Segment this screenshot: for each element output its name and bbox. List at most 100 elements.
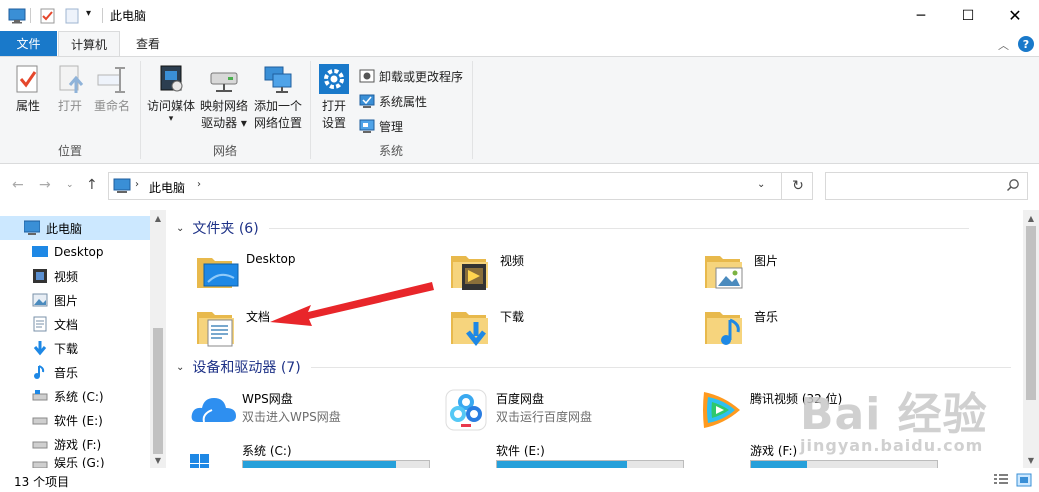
breadcrumb-chevron-icon[interactable]: › <box>197 179 201 190</box>
map-network-drive-button[interactable]: 映射网络 驱动器 ▾ <box>197 63 251 132</box>
folder-downloads[interactable]: 下载 <box>448 304 688 360</box>
computer-icon <box>23 220 41 236</box>
tab-file[interactable]: 文件 <box>0 31 57 56</box>
wps-cloud-item[interactable]: WPS网盘 双击进入WPS网盘 <box>190 388 430 444</box>
search-input[interactable] <box>830 174 1000 198</box>
scroll-down-icon[interactable]: ▼ <box>150 452 166 468</box>
collapse-chevron-icon[interactable]: ⌄ <box>176 362 184 373</box>
minimize-ribbon-icon[interactable]: ︿ <box>998 37 1009 53</box>
details-view-icon[interactable] <box>993 473 1009 487</box>
large-icons-view-icon[interactable] <box>1016 473 1032 487</box>
access-media-button[interactable]: 访问媒体 ▾ <box>145 63 197 124</box>
nav-item-videos[interactable]: 视频 <box>0 264 150 288</box>
nav-item-pictures[interactable]: 图片 <box>0 288 150 312</box>
folder-pictures[interactable]: 图片 <box>702 248 942 304</box>
refresh-icon[interactable]: ↻ <box>781 173 814 199</box>
breadcrumb-chevron-icon[interactable]: › <box>135 179 139 190</box>
rename-button[interactable]: 重命名 <box>92 63 132 115</box>
nav-item-this-pc[interactable]: 此电脑 <box>0 216 150 240</box>
rename-icon <box>96 63 128 95</box>
add-network-location-button[interactable]: 添加一个 网络位置 <box>251 63 305 132</box>
folder-documents[interactable]: 文档 <box>194 304 434 360</box>
drive-icon <box>32 456 48 468</box>
folders-section-header[interactable]: ⌄ 文件夹 (6) <box>170 218 969 238</box>
search-icon[interactable] <box>1006 178 1020 192</box>
folder-desktop[interactable]: Desktop <box>194 248 434 304</box>
uninstall-program-button[interactable]: 卸载或更改程序 <box>359 65 463 87</box>
properties-button[interactable]: 属性 <box>8 63 48 115</box>
nav-scrollbar[interactable]: ▲ ▼ <box>150 210 166 468</box>
wps-cloud-icon <box>191 398 236 423</box>
system-properties-button[interactable]: 系统属性 <box>359 90 427 112</box>
back-arrow-icon[interactable]: ← <box>12 177 24 193</box>
folder-music[interactable]: 音乐 <box>702 304 942 360</box>
ribbon: 属性 打开 重命名 位置 访问媒体 ▾ 映射网络 驱动器 ▾ 添加一个 网络位置… <box>0 56 1039 164</box>
navigation-bar: ← → ⌄ ↑ › 此电脑 › ⌄ ↻ <box>0 172 1039 200</box>
downloads-icon <box>32 340 48 356</box>
search-box <box>825 172 1028 200</box>
recent-locations-chevron-icon[interactable]: ⌄ <box>66 180 74 190</box>
nav-item-documents[interactable]: 文档 <box>0 312 150 336</box>
content-scrollbar[interactable]: ▲ ▼ <box>1023 210 1039 468</box>
ribbon-tabs: 文件 计算机 查看 ︿ ? <box>0 31 1039 57</box>
documents-icon <box>32 316 48 332</box>
divider <box>102 8 103 23</box>
nav-item-downloads[interactable]: 下载 <box>0 336 150 360</box>
customize-toolbar-dropdown[interactable]: ▾ <box>86 8 91 19</box>
media-icon <box>155 63 187 95</box>
devices-section-header[interactable]: ⌄ 设备和驱动器 (7) <box>170 357 1011 377</box>
close-button[interactable]: ✕ <box>992 0 1038 31</box>
divider <box>472 61 473 159</box>
nav-item-desktop[interactable]: Desktop <box>0 240 150 264</box>
properties-icon[interactable] <box>40 8 56 24</box>
uninstall-icon <box>359 68 375 84</box>
minimize-button[interactable]: ─ <box>898 0 944 31</box>
address-dropdown-icon[interactable]: ⌄ <box>757 179 765 190</box>
drive-c-item[interactable]: 系统 (C:) <box>190 440 430 468</box>
nav-item-drive-e[interactable]: 软件 (E:) <box>0 408 150 432</box>
maximize-button[interactable]: ☐ <box>945 0 991 31</box>
group-system: 打开 设置 卸载或更改程序 系统属性 管理 系统 <box>311 57 471 163</box>
scroll-down-icon[interactable]: ▼ <box>1023 452 1039 468</box>
manage-button[interactable]: 管理 <box>359 115 403 137</box>
drive-c-icon <box>32 388 48 404</box>
tencent-video-icon <box>703 392 740 428</box>
collapse-chevron-icon[interactable]: ⌄ <box>176 223 184 234</box>
forward-arrow-icon[interactable]: → <box>39 177 51 193</box>
nav-item-drive-f[interactable]: 游戏 (F:) <box>0 432 150 456</box>
address-bar[interactable]: › 此电脑 › ⌄ ↻ <box>108 172 813 200</box>
drive-usage-fill <box>497 461 628 468</box>
scroll-up-icon[interactable]: ▲ <box>1023 210 1039 226</box>
computer-icon <box>113 178 131 193</box>
breadcrumb[interactable]: 此电脑 <box>149 179 185 196</box>
nav-item-drive-c[interactable]: 系统 (C:) <box>0 384 150 408</box>
group-label: 位置 <box>57 144 82 158</box>
video-folder-icon <box>451 256 488 290</box>
tab-computer[interactable]: 计算机 <box>58 31 120 57</box>
windows-drive-icon <box>190 454 209 468</box>
system-properties-icon <box>359 93 375 109</box>
scroll-up-icon[interactable]: ▲ <box>150 210 166 226</box>
status-bar: 13 个项目 <box>0 468 1039 492</box>
drive-e-item[interactable]: 软件 (E:) <box>444 440 684 468</box>
properties-icon <box>12 63 44 95</box>
up-arrow-icon[interactable]: ↑ <box>86 177 98 193</box>
video-icon <box>32 268 48 284</box>
nav-item-music[interactable]: 音乐 <box>0 360 150 384</box>
computer-icon[interactable] <box>8 8 26 24</box>
divider <box>310 366 1011 368</box>
network-location-icon <box>262 63 294 95</box>
help-icon[interactable]: ? <box>1018 36 1034 52</box>
navigation-pane: 此电脑 Desktop 视频 图片 文档 下载 音乐 系统 (C:) 软件 (E… <box>0 210 166 468</box>
baidu-netdisk-item[interactable]: 百度网盘 双击运行百度网盘 <box>444 388 684 444</box>
nav-item-drive-g[interactable]: 娱乐 (G:) <box>0 456 150 468</box>
open-settings-button[interactable]: 打开 设置 <box>315 63 353 132</box>
scroll-thumb[interactable] <box>153 328 163 454</box>
baidu-netdisk-icon <box>445 389 487 431</box>
new-folder-icon[interactable] <box>64 8 80 24</box>
documents-folder-icon <box>197 312 234 347</box>
tab-view[interactable]: 查看 <box>122 31 174 56</box>
scroll-thumb[interactable] <box>1026 226 1036 400</box>
open-button[interactable]: 打开 <box>52 63 88 115</box>
folder-videos[interactable]: 视频 <box>448 248 688 304</box>
